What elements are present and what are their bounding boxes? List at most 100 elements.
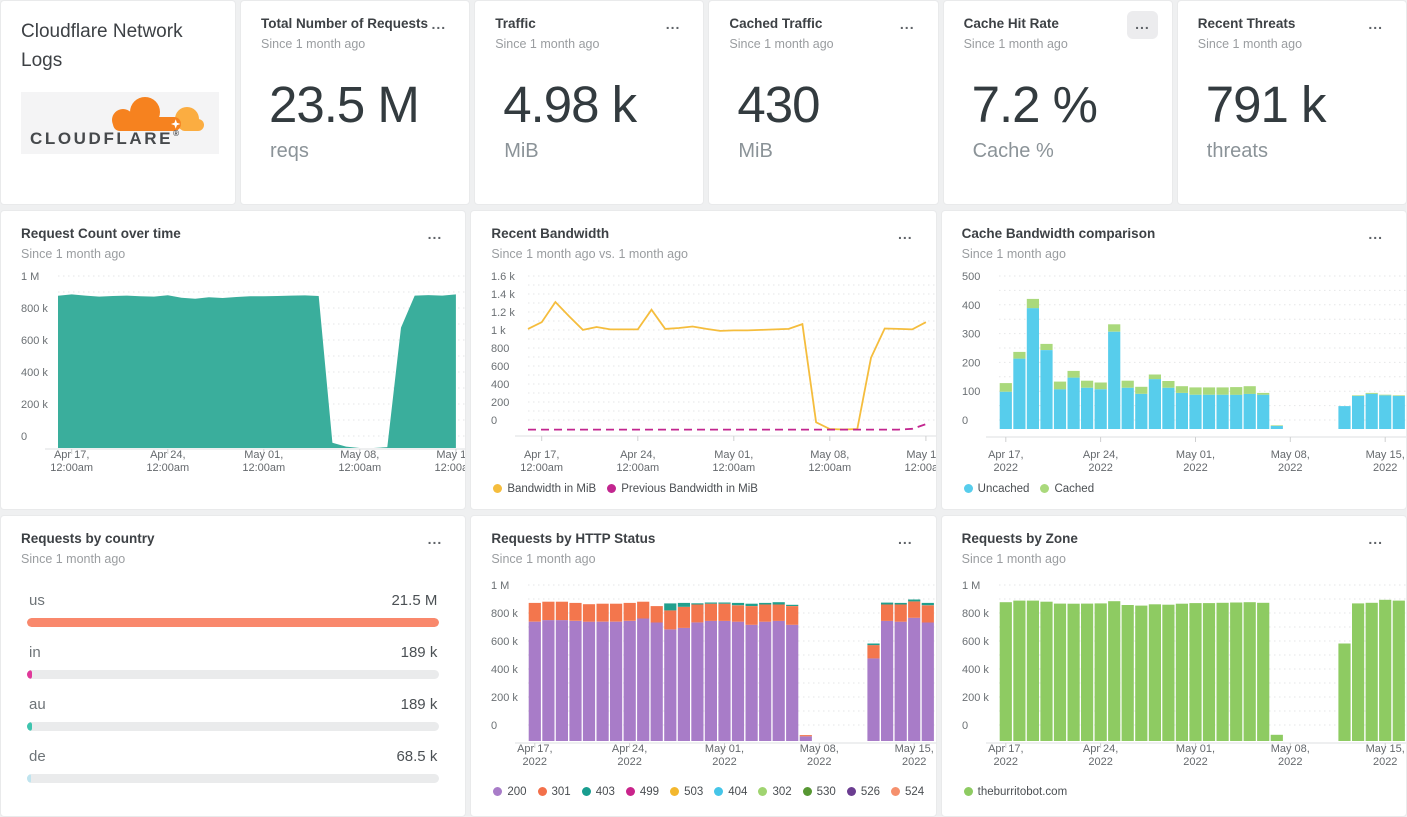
legend-item-200[interactable]: 200 xyxy=(493,786,526,798)
y-axis-tick-label: 600 k xyxy=(21,335,48,347)
y-axis-tick-label: 1 M xyxy=(21,271,39,283)
y-axis-tick-label: 1.4 k xyxy=(491,289,515,301)
zone-legend: theburritobot.com xyxy=(964,786,1406,798)
panel-menu-button[interactable]: ... xyxy=(897,15,918,33)
kpi-value: 430 xyxy=(737,75,917,134)
legend-item-499[interactable]: 499 xyxy=(626,786,659,798)
legend-item-302[interactable]: 302 xyxy=(758,786,791,798)
legend-dot-icon xyxy=(538,787,547,796)
bar-segment xyxy=(999,391,1011,428)
panel-menu-button[interactable]: ... xyxy=(1127,11,1158,39)
panel-menu-button[interactable]: ... xyxy=(895,530,916,548)
y-axis-tick-label: 100 xyxy=(962,386,980,398)
bar-segment xyxy=(624,620,636,740)
legend-dot-icon xyxy=(891,787,900,796)
panel-menu-button[interactable]: ... xyxy=(425,225,446,243)
bar-segment xyxy=(732,605,744,621)
line-series xyxy=(528,424,926,429)
bar-segment xyxy=(881,604,893,620)
legend-item-404[interactable]: 404 xyxy=(714,786,747,798)
bar-segment xyxy=(1175,603,1187,740)
bar-segment xyxy=(773,602,785,604)
legend-item-524[interactable]: 524 xyxy=(891,786,924,798)
bar-segment xyxy=(922,602,934,604)
x-axis-tick-label: May 01,12:00am xyxy=(242,449,285,474)
legend-label: 503 xyxy=(684,786,703,798)
bar-segment xyxy=(1175,386,1187,393)
bar-segment xyxy=(610,621,622,740)
x-axis-tick-label: May 01,2022 xyxy=(705,743,744,768)
legend-item-theburritobot-com[interactable]: theburritobot.com xyxy=(964,786,1068,798)
bar-segment xyxy=(1216,387,1228,394)
legend-label: Uncached xyxy=(978,483,1030,495)
legend-item-403[interactable]: 403 xyxy=(582,786,615,798)
legend-item-503[interactable]: 503 xyxy=(670,786,703,798)
x-axis-tick-label: Apr 24,12:00am xyxy=(146,449,189,474)
bar-segment xyxy=(1365,393,1377,428)
x-axis-tick-label: Apr 24,12:00am xyxy=(617,449,660,474)
kpi-value: 4.98 k xyxy=(503,75,683,134)
x-axis-tick-label: May 01,2022 xyxy=(1176,743,1215,768)
y-axis-tick-label: 800 k xyxy=(21,303,48,315)
legend-dot-icon xyxy=(493,484,502,493)
bar-segment xyxy=(610,603,622,621)
bar-segment xyxy=(1189,394,1201,428)
panel-menu-button[interactable]: ... xyxy=(1365,15,1386,33)
legend-item-cached[interactable]: Cached xyxy=(1040,483,1094,495)
bar-segment xyxy=(1094,603,1106,741)
bar-segment xyxy=(665,610,677,629)
http-status-chart[interactable]: 1 M800 k600 k400 k200 k0Apr 17,2022Apr 2… xyxy=(471,566,936,772)
legend-dot-icon xyxy=(582,787,591,796)
cloudflare-logo: CLOUDFLARE® xyxy=(21,92,219,154)
country-bar-track xyxy=(27,670,439,679)
legend-item-previous-bandwidth-in-mib[interactable]: Previous Bandwidth in MiB xyxy=(607,483,758,495)
bar-segment xyxy=(556,620,568,741)
bar-segment xyxy=(1040,343,1052,349)
kpi-unit: Cache % xyxy=(973,140,1152,163)
country-bar-track xyxy=(27,774,439,783)
legend-item-526[interactable]: 526 xyxy=(847,786,880,798)
bar-segment xyxy=(1243,393,1255,428)
legend-item-301[interactable]: 301 xyxy=(538,786,571,798)
zone-chart[interactable]: 1 M800 k600 k400 k200 k0Apr 17,2022Apr 2… xyxy=(942,566,1407,772)
y-axis-tick-label: 400 k xyxy=(491,664,518,676)
panel-subtitle: Since 1 month ago xyxy=(962,552,1078,566)
bar-segment xyxy=(759,604,771,621)
kpi-card-traffic: Traffic Since 1 month ago ... 4.98 k MiB xyxy=(474,0,704,205)
bar-segment xyxy=(624,602,636,620)
recent-bandwidth-chart[interactable]: 1.6 k1.4 k1.2 k1 k8006004002000Apr 17,12… xyxy=(471,261,936,477)
cache-bandwidth-chart[interactable]: 5004003002001000Apr 17,2022Apr 24,2022Ma… xyxy=(942,261,1407,477)
panel-menu-button[interactable]: ... xyxy=(429,15,450,33)
panel-menu-button[interactable]: ... xyxy=(895,225,916,243)
panel-subtitle: Since 1 month ago xyxy=(21,247,181,261)
bar-segment xyxy=(746,624,758,740)
x-axis-tick-label: May 01,12:00am xyxy=(713,449,756,474)
bar-segment xyxy=(705,620,717,740)
kpi-card-cached-traffic: Cached Traffic Since 1 month ago ... 430… xyxy=(708,0,938,205)
panel-menu-button[interactable]: ... xyxy=(425,530,446,548)
legend-item-bandwidth-in-mib[interactable]: Bandwidth in MiB xyxy=(493,483,596,495)
dashboard-header-card: Cloudflare Network Logs CLOUDFLARE® xyxy=(0,0,236,205)
legend-item-uncached[interactable]: Uncached xyxy=(964,483,1030,495)
y-axis-tick-label: 300 xyxy=(962,328,980,340)
country-bar-track xyxy=(27,618,439,627)
bar-segment xyxy=(719,602,731,603)
bar-segment xyxy=(1365,602,1377,740)
bar-segment xyxy=(868,643,880,645)
request-count-chart[interactable]: 1 M800 k600 k400 k200 k0Apr 17,12:00amAp… xyxy=(1,261,466,477)
y-axis-tick-label: 800 xyxy=(491,343,509,355)
legend-label: theburritobot.com xyxy=(978,786,1068,798)
panel-menu-button[interactable]: ... xyxy=(663,15,684,33)
bar-segment xyxy=(1379,599,1391,740)
panel-menu-button[interactable]: ... xyxy=(1365,225,1386,243)
legend-label: 403 xyxy=(596,786,615,798)
legend-item-530[interactable]: 530 xyxy=(803,786,836,798)
bar-segment xyxy=(999,602,1011,741)
bar-segment xyxy=(692,622,704,741)
bar-segment xyxy=(881,602,893,604)
bar-segment xyxy=(1026,308,1038,429)
panel-menu-button[interactable]: ... xyxy=(1365,530,1386,548)
bar-segment xyxy=(1081,380,1093,387)
panel-title: Recent Bandwidth xyxy=(491,225,688,243)
bar-segment xyxy=(1379,394,1391,395)
